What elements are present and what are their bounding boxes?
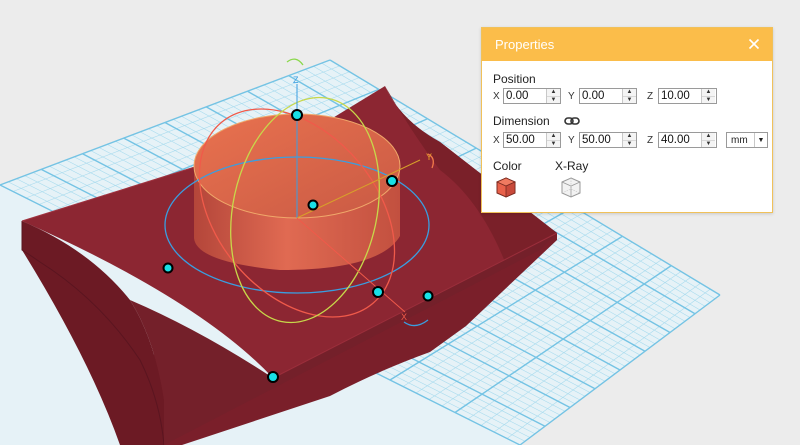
handle-right — [422, 290, 434, 302]
properties-panel: Properties Position X ▲▼ Y ▲▼ Z ▲▼ Dimen… — [481, 27, 773, 213]
position-x-spinner[interactable]: ▲ ▼ — [546, 89, 560, 103]
position-y-input[interactable] — [580, 89, 622, 103]
position-x-label: X — [493, 91, 500, 102]
dimension-label: Dimension — [493, 114, 550, 128]
dimension-z-input[interactable] — [659, 133, 701, 147]
position-label: Position — [493, 72, 536, 86]
position-x-input[interactable] — [504, 89, 546, 103]
position-y-field[interactable]: ▲▼ — [579, 88, 637, 104]
handle-front — [372, 286, 384, 298]
position-y-spinner[interactable]: ▲ ▼ — [622, 89, 636, 103]
dimension-x-spinner[interactable]: ▲ ▼ — [546, 133, 560, 147]
dimension-z-spinner[interactable]: ▲ ▼ — [701, 133, 715, 147]
handle-left — [162, 262, 174, 274]
chevron-down-icon: ▼ — [754, 133, 767, 147]
handle-center — [307, 199, 319, 211]
xray-cube-icon[interactable] — [560, 176, 582, 198]
handle-bottom — [267, 371, 279, 383]
position-z-field[interactable]: ▲▼ — [658, 88, 717, 104]
dimension-z-field[interactable]: ▲▼ — [658, 132, 717, 148]
link-icon[interactable] — [564, 115, 580, 127]
gizmo-z-label: Z — [293, 75, 299, 85]
dimension-y-input[interactable] — [580, 133, 622, 147]
dimension-x-field[interactable]: ▲▼ — [503, 132, 561, 148]
position-z-spinner[interactable]: ▲ ▼ — [701, 89, 715, 103]
position-y-label: Y — [568, 91, 575, 102]
color-cube-icon[interactable] — [495, 176, 517, 198]
xray-label: X-Ray — [555, 159, 589, 173]
position-x-field[interactable]: ▲▼ — [503, 88, 561, 104]
panel-title: Properties — [495, 37, 555, 52]
dimension-x-label: X — [493, 135, 500, 146]
position-z-label: Z — [647, 91, 654, 102]
close-icon[interactable] — [746, 36, 762, 52]
color-label: Color — [493, 159, 522, 173]
properties-panel-header: Properties — [482, 28, 772, 61]
handle-right-upper — [386, 175, 398, 187]
position-z-input[interactable] — [659, 89, 701, 103]
gizmo-x-label: X — [401, 312, 407, 322]
dimension-x-input[interactable] — [504, 133, 546, 147]
dimension-y-spinner[interactable]: ▲ ▼ — [622, 133, 636, 147]
dimension-y-field[interactable]: ▲▼ — [579, 132, 637, 148]
unit-select[interactable]: mm ▼ — [726, 132, 768, 148]
gizmo-y-label: Y — [426, 152, 432, 162]
handle-top — [291, 109, 303, 121]
unit-select-value: mm — [731, 134, 748, 146]
dimension-z-label: Z — [647, 135, 654, 146]
dimension-y-label: Y — [568, 135, 575, 146]
